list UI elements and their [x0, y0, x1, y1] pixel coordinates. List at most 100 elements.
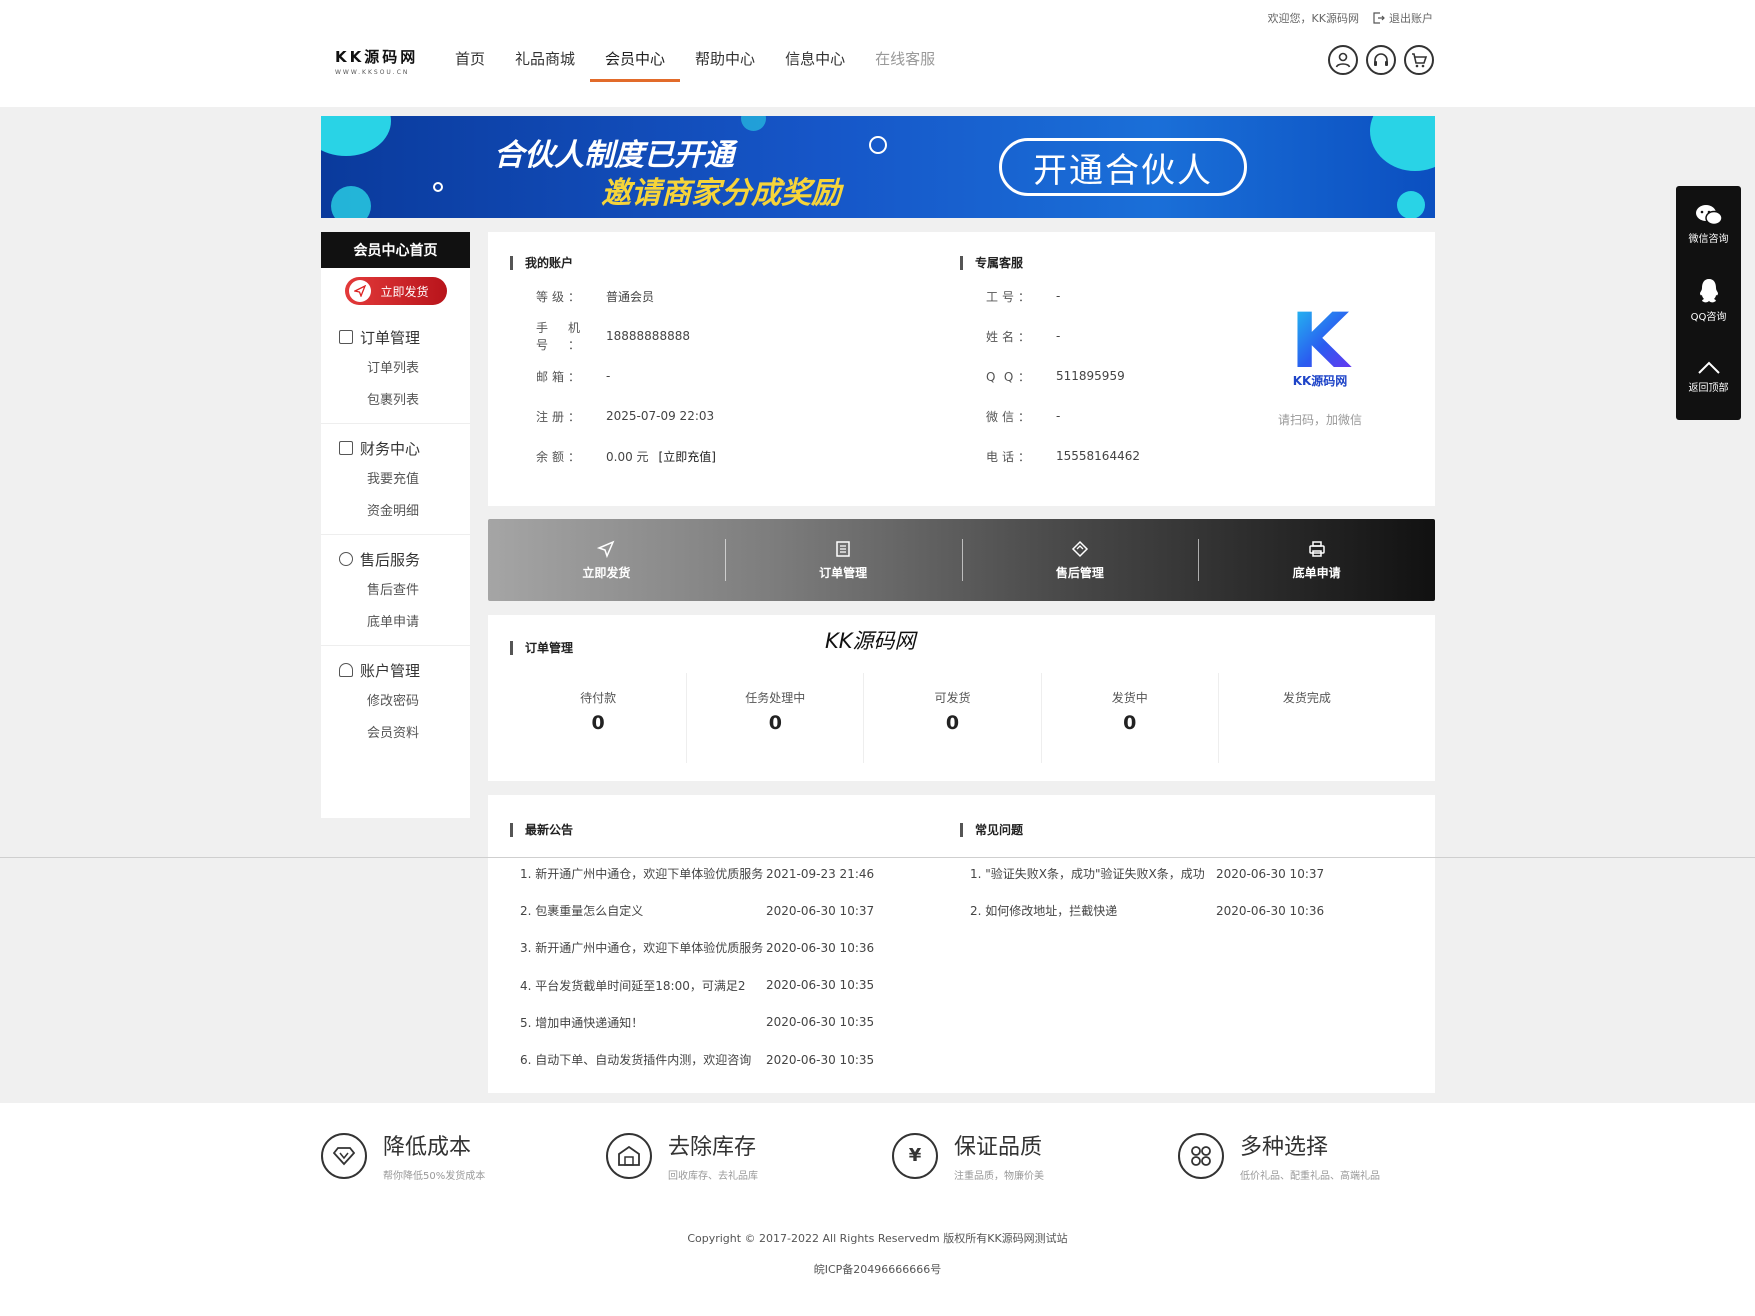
stat-ready-to-ship[interactable]: 可发货 0 [863, 673, 1040, 763]
order-stats-panel: 订单管理 KK源码网 待付款 0 任务处理中 0 可发货 0 发货中 0 发货完成 [488, 615, 1435, 781]
user-icon[interactable] [1328, 45, 1358, 75]
nav-home[interactable]: 首页 [440, 40, 500, 82]
partner-banner[interactable]: 合伙人制度已开通 邀请商家分成奖励 开通合伙人 [321, 116, 1435, 218]
headset-icon[interactable] [1366, 45, 1396, 75]
feature-clear-stock: 去除库存 回收库存、去礼品库 [606, 1129, 758, 1182]
notice-title: 6. 自动下单、自动发货插件内测，欢迎咨询 [520, 1053, 752, 1068]
qq-icon [1699, 278, 1718, 302]
faq-list: 1. "验证失败X条，成功"验证失败X条，成功 2020-06-30 10:37 … [970, 855, 1324, 929]
list-item[interactable]: 1. 新开通广州中通仓，欢迎下单体验优质服务 2021-09-23 21:46 [520, 855, 874, 892]
banner-subline: 邀请商家分成奖励 [601, 176, 841, 211]
nav-help-center[interactable]: 帮助中心 [680, 40, 770, 82]
notice-date: 2020-06-30 10:35 [766, 978, 875, 993]
stat-shipped[interactable]: 发货完成 [1217, 673, 1395, 763]
account-row: 手机号： 18888888888 [510, 316, 716, 356]
feature-desc: 低价礼品、配重礼品、高端礼品 [1240, 1171, 1380, 1182]
service-row: 姓名： - [960, 316, 1140, 356]
service-row: 电话： 15558164462 [960, 436, 1140, 476]
printer-icon [1308, 540, 1325, 557]
sidebar-item-recharge[interactable]: 我要充值 [321, 464, 470, 496]
feature-title: 多种选择 [1240, 1135, 1329, 1160]
quick-orders[interactable]: 订单管理 [724, 519, 962, 601]
icp-link[interactable]: 皖ICP备20496666666号 [0, 1261, 1755, 1277]
site-logo[interactable]: KK源码网 WWW.KKSOU.CN [335, 46, 418, 76]
quick-after-sales[interactable]: 售后管理 [961, 519, 1199, 601]
stat-shipping[interactable]: 发货中 0 [1040, 673, 1218, 763]
become-partner-button[interactable]: 开通合伙人 [999, 138, 1247, 196]
stat-value: 0 [1123, 712, 1137, 734]
nav-member-center[interactable]: 会员中心 [590, 40, 681, 82]
field-label: 电话： [986, 449, 1030, 464]
list-item[interactable]: 4. 平台发货截单时间延至18:00，可满足2 2020-06-30 10:35 [520, 967, 874, 1004]
nav-info-center[interactable]: 信息中心 [770, 40, 860, 82]
notice-panel: 最新公告 常见问题 1. 新开通广州中通仓，欢迎下单体验优质服务 2021-09-… [488, 795, 1435, 1093]
member-sidebar: 会员中心首页 立即发货 订单管理 订单列表 包裹列表 财务中心 我要充值 资金明… [321, 232, 470, 818]
sidebar-item-receipt-request[interactable]: 底单申请 [321, 607, 470, 639]
sidebar-home[interactable]: 会员中心首页 [321, 232, 470, 268]
feature-desc: 回收库存、去礼品库 [668, 1171, 758, 1182]
sidebar-item-member-profile[interactable]: 会员资料 [321, 718, 470, 750]
list-item[interactable]: 2. 如何修改地址，拦截快递 2020-06-30 10:36 [970, 892, 1324, 929]
nav-online-service[interactable]: 在线客服 [860, 40, 950, 82]
group-label: 财务中心 [360, 439, 421, 458]
order-icon [339, 330, 353, 344]
stat-processing[interactable]: 任务处理中 0 [686, 673, 863, 763]
quick-action-bar: 立即发货 订单管理 售后管理 底单申请 [488, 519, 1435, 601]
field-value: 普通会员 [606, 289, 655, 304]
logo-name: KK源码网 [335, 48, 419, 66]
sidebar-item-order-list[interactable]: 订单列表 [321, 353, 470, 385]
float-label: 微信咨询 [1688, 233, 1729, 245]
footer: 降低成本 帮你降低50%发货成本 去除库存 回收库存、去礼品库 ¥ 保证品质 注重品质… [0, 1103, 1755, 1316]
faq-date: 2020-06-30 10:37 [1216, 866, 1325, 881]
sidebar-item-package-list[interactable]: 包裹列表 [321, 385, 470, 417]
service-icon [339, 552, 353, 566]
stat-pending-payment[interactable]: 待付款 0 [510, 673, 686, 763]
logo-sub: WWW.KKSOU.CN [335, 69, 410, 76]
send-icon [597, 540, 615, 558]
logout-icon [1373, 12, 1385, 24]
list-item[interactable]: 2. 包裹重量怎么自定义 2020-06-30 10:37 [520, 892, 874, 929]
copyright-text: Copyright © 2017-2022 All Rights Reserve… [687, 1232, 1068, 1245]
service-row: Q Q： 511895959 [960, 356, 1140, 396]
cart-icon[interactable] [1404, 45, 1434, 75]
sidebar-group-orders: 订单管理 订单列表 包裹列表 [321, 313, 470, 424]
account-row: 注册： 2025-07-09 22:03 [510, 396, 716, 436]
stat-label: 任务处理中 [745, 691, 806, 705]
wechat-consult[interactable]: 微信咨询 [1676, 186, 1741, 262]
field-value: - [606, 369, 611, 383]
header-icons [1328, 45, 1434, 75]
list-item[interactable]: 6. 自动下单、自动发货插件内测，欢迎咨询 2020-06-30 10:35 [520, 1041, 874, 1078]
stat-label: 可发货 [934, 691, 971, 705]
users-icon [339, 663, 353, 677]
section-title: 我的账户 [510, 256, 716, 270]
quick-label: 底单申请 [1292, 565, 1341, 580]
dedicated-service: 专属客服 工号： - 姓名： - Q Q： 511895959 微信： - 电话： 155… [960, 256, 1140, 476]
list-item[interactable]: 3. 新开通广州中通仓，欢迎下单体验优质服务 2020-06-30 10:36 [520, 929, 874, 966]
list-item[interactable]: 5. 增加申通快递通知！ 2020-06-30 10:35 [520, 1004, 874, 1041]
qq-consult[interactable]: QQ咨询 [1676, 262, 1741, 338]
quick-receipt[interactable]: 底单申请 [1198, 519, 1435, 601]
recharge-link[interactable]: [立即充值] [659, 450, 716, 464]
send-icon [348, 280, 371, 302]
field-label: 手机号： [536, 321, 580, 352]
faq-title: 1. "验证失败X条，成功"验证失败X条，成功 [970, 867, 1205, 882]
sidebar-item-after-sales-check[interactable]: 售后查件 [321, 575, 470, 607]
feature-reduce-cost: 降低成本 帮你降低50%发货成本 [321, 1129, 485, 1182]
field-label: 等级： [536, 289, 580, 304]
quick-send-button[interactable]: 立即发货 [344, 277, 447, 305]
quick-send[interactable]: 立即发货 [488, 519, 725, 601]
section-title: 订单管理 [510, 641, 573, 655]
back-to-top[interactable]: 返回顶部 [1676, 338, 1741, 414]
list-item[interactable]: 1. "验证失败X条，成功"验证失败X条，成功 2020-06-30 10:37 [970, 855, 1324, 892]
field-value: 511895959 [1056, 369, 1125, 383]
section-title: 专属客服 [960, 256, 1140, 270]
sidebar-item-fund-details[interactable]: 资金明细 [321, 496, 470, 528]
field-value: - [1056, 289, 1061, 303]
logout-link[interactable]: 退出账户 [1373, 10, 1433, 26]
sidebar-group-after-sales: 售后服务 售后查件 底单申请 [321, 535, 470, 646]
notice-title: 2. 包裹重量怎么自定义 [520, 904, 644, 919]
notice-date: 2020-06-30 10:35 [766, 1015, 875, 1030]
sidebar-item-change-password[interactable]: 修改密码 [321, 686, 470, 718]
notice-date: 2021-09-23 21:46 [766, 866, 875, 881]
nav-gift-mall[interactable]: 礼品商城 [500, 40, 590, 82]
